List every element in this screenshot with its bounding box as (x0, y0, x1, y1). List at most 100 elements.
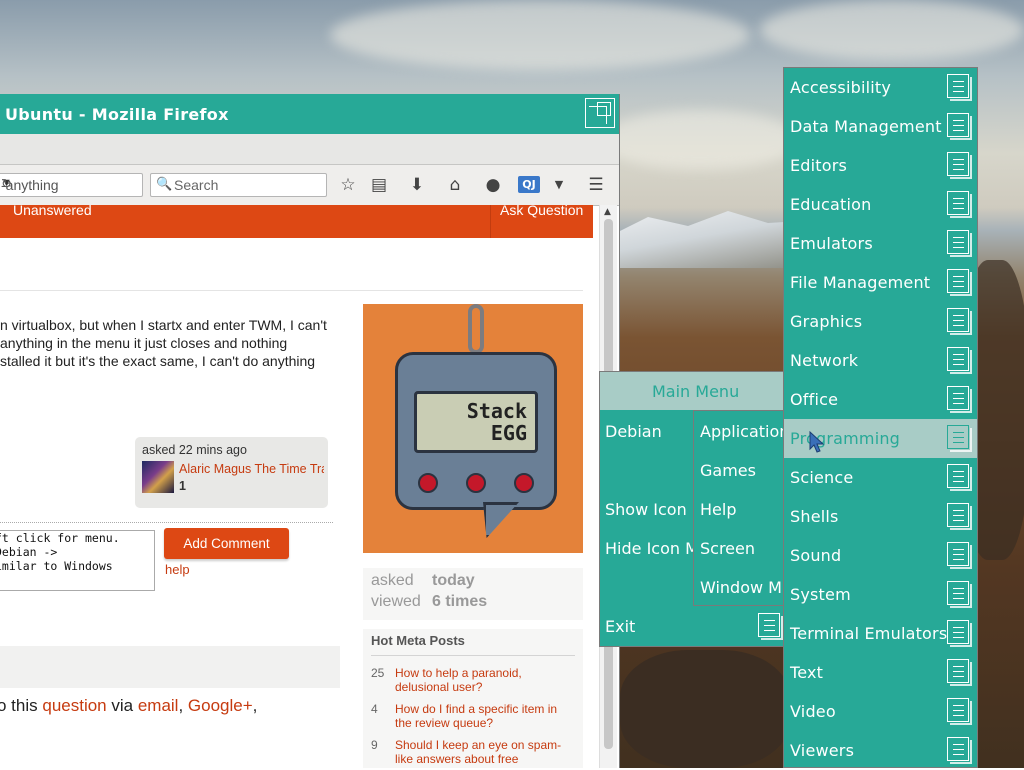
search-input[interactable]: 🔍 Search (150, 173, 327, 197)
search-engine-icon[interactable]: 🔍 (156, 176, 172, 192)
apps-menu-item-label: Sound (790, 546, 842, 565)
pull-right-icon (947, 113, 972, 140)
url-bar[interactable]: -anything ▼ ↻ (0, 173, 143, 197)
site-nav-bar: Unanswered Ask Question (0, 202, 594, 238)
submenu-item-window-managers[interactable]: Window M (700, 578, 782, 597)
ask-question-button[interactable]: Ask Question (490, 202, 594, 238)
question-line: stalled it but it's the exact same, I ca… (0, 353, 316, 369)
avatar[interactable] (142, 461, 174, 493)
apps-menu-item-label: Office (790, 390, 839, 409)
apps-menu-item-viewers[interactable]: Viewers (784, 731, 977, 770)
apps-menu-item-data-management[interactable]: Data Management (784, 107, 977, 146)
navigation-toolbar: -anything ▼ ↻ 🔍 Search ☆ ▤ ⬇ ⌂ ● QJ ▼ ☰ (0, 165, 619, 206)
egg-button (418, 473, 438, 493)
share-text: , (178, 696, 188, 715)
scroll-up-icon[interactable]: ▲ (604, 207, 611, 217)
meta-post-count: 25 (371, 666, 385, 680)
apps-menu-item-label: Video (790, 702, 836, 721)
pull-right-icon (947, 464, 972, 491)
apps-menu-item-editors[interactable]: Editors (784, 146, 977, 185)
apps-menu-item-video[interactable]: Video (784, 692, 977, 731)
tab-strip[interactable] (0, 134, 619, 165)
window-titlebar[interactable]: Ubuntu - Mozilla Firefox (0, 94, 619, 134)
reload-icon[interactable]: ↻ (1, 176, 138, 192)
google-plus-link[interactable]: Google+ (188, 696, 253, 715)
pull-right-icon (947, 308, 972, 335)
stack-egg-ad[interactable]: Stack EGG (363, 304, 583, 553)
apps-menu-item-text[interactable]: Text (784, 653, 977, 692)
home-icon[interactable]: ⌂ (444, 174, 466, 196)
bookmark-star-icon[interactable]: ☆ (337, 174, 359, 196)
apps-menu-item-label: Graphics (790, 312, 863, 331)
reading-list-icon[interactable]: ▤ (368, 174, 390, 196)
pull-right-icon (758, 613, 783, 640)
extension-icon[interactable]: QJ (518, 176, 540, 193)
resize-icon[interactable] (585, 98, 615, 128)
pull-right-icon (947, 581, 972, 608)
apps-menu-item-education[interactable]: Education (784, 185, 977, 224)
divider (0, 290, 583, 291)
apps-menu-item-shells[interactable]: Shells (784, 497, 977, 536)
question-stats: asked today viewed 6 times (363, 568, 583, 620)
apps-menu-item-terminal-emulators[interactable]: Terminal Emulators (784, 614, 977, 653)
share-line: o this question via email, Google+, (0, 696, 257, 716)
question-link[interactable]: question (42, 696, 106, 715)
apps-menu-item-emulators[interactable]: Emulators (784, 224, 977, 263)
overflow-arrow-icon[interactable]: ▼ (548, 174, 570, 196)
meta-post-link[interactable]: How to help a paranoid, delusional user? (395, 666, 575, 694)
meta-heading: Hot Meta Posts (371, 633, 465, 648)
submenu-item-applications[interactable]: Application (700, 422, 784, 441)
apps-menu-item-sound[interactable]: Sound (784, 536, 977, 575)
menu-item-debian[interactable]: Debian (605, 422, 662, 441)
meta-post-link[interactable]: How do I find a specific item in the rev… (395, 702, 575, 730)
divider (0, 522, 333, 523)
twm-applications-menu: Accessibility Data Management Editors Educa… (783, 67, 978, 768)
submenu-item-help[interactable]: Help (700, 500, 736, 519)
help-link[interactable]: help (165, 562, 190, 577)
meta-post-link[interactable]: Should I keep an eye on spam-like answer… (395, 738, 575, 766)
menu-item-exit[interactable]: Exit (605, 617, 635, 636)
submenu-item-screen[interactable]: Screen (700, 539, 755, 558)
speech-tail-graphic (483, 502, 519, 538)
apps-menu-item-label: Shells (790, 507, 839, 526)
asked-value: today (432, 572, 475, 589)
apps-menu-item-graphics[interactable]: Graphics (784, 302, 977, 341)
asker-name-link[interactable]: Alaric Magus The Time Tra (179, 462, 324, 476)
apps-menu-item-accessibility[interactable]: Accessibility (784, 68, 977, 107)
search-placeholder: Search (174, 177, 219, 193)
apps-menu-item-system[interactable]: System (784, 575, 977, 614)
add-comment-button[interactable]: Add Comment (164, 528, 289, 559)
egg-button (466, 473, 486, 493)
menu-item-show-icon[interactable]: Show Icon (605, 500, 687, 519)
main-menu-title: Main Menu (652, 382, 740, 401)
apps-menu-item-label: File Management (790, 273, 931, 292)
apps-menu-item-label: System (790, 585, 851, 604)
apps-menu-item-network[interactable]: Network (784, 341, 977, 380)
pull-right-icon (947, 659, 972, 686)
egg-logo-text: EGG (490, 421, 527, 445)
ask-question-label: Ask Question (500, 202, 584, 218)
menu-item-hide-icon[interactable]: Hide Icon M (605, 539, 699, 558)
apps-menu-item-file-management[interactable]: File Management (784, 263, 977, 302)
divider (371, 655, 575, 656)
apps-menu-item-science[interactable]: Science (784, 458, 977, 497)
chat-icon[interactable]: ● (482, 174, 504, 196)
share-text: , (252, 696, 258, 715)
comment-textarea[interactable]: ft click for menu. Debian -> imilar to W… (0, 530, 155, 591)
nav-unanswered[interactable]: Unanswered (13, 202, 92, 218)
submenu-item-games[interactable]: Games (700, 461, 756, 480)
apps-menu-item-label: Editors (790, 156, 848, 175)
hamburger-menu-icon[interactable]: ☰ (585, 174, 607, 196)
apps-menu-item-label: Network (790, 351, 859, 370)
email-link[interactable]: email (138, 696, 179, 715)
asked-key: asked (371, 572, 414, 589)
apps-menu-item-label: Viewers (790, 741, 855, 760)
comment-line: Debian -> (0, 545, 58, 559)
share-text: via (106, 696, 138, 715)
pull-right-icon (947, 503, 972, 530)
apps-menu-item-label: Terminal Emulators (790, 624, 948, 643)
pull-right-icon (947, 191, 972, 218)
apps-menu-item-office[interactable]: Office (784, 380, 977, 419)
firefox-window: Ubuntu - Mozilla Firefox -anything ▼ ↻ 🔍… (0, 94, 620, 768)
download-icon[interactable]: ⬇ (406, 174, 428, 196)
